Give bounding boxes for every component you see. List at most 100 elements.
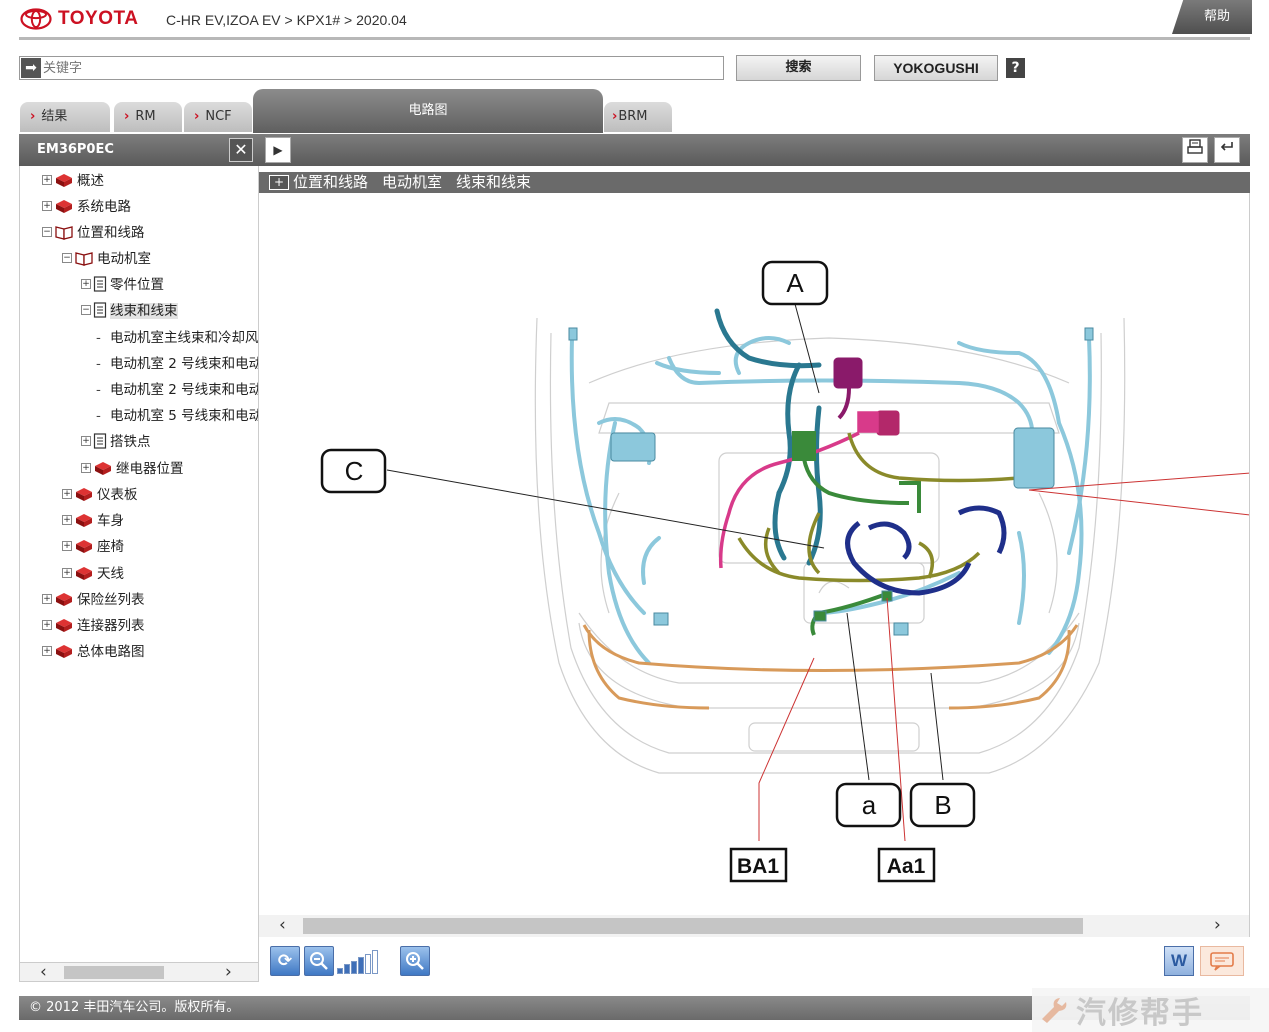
expand-icon[interactable]: + [81, 279, 91, 289]
callout-C[interactable]: C [320, 448, 387, 494]
scrollbar-thumb[interactable] [303, 918, 1083, 934]
logo-text: TOYOTA [58, 8, 139, 29]
tree-item[interactable]: + 概述 [42, 171, 104, 191]
word-export-icon[interactable]: W [1164, 946, 1194, 976]
expand-icon[interactable]: + [42, 620, 52, 630]
expand-icon[interactable]: + [62, 489, 72, 499]
book-open-icon [75, 252, 93, 266]
tab-label: RM [135, 109, 156, 124]
tree-item[interactable]: + 座椅 [62, 537, 124, 557]
tree-item-label: 电动机室 [97, 251, 151, 267]
scroll-right-icon[interactable]: › [1214, 915, 1221, 935]
tree-item-label: 系统电路 [77, 199, 131, 215]
search-input[interactable] [41, 58, 711, 78]
tree-item[interactable]: + 系统电路 [42, 197, 131, 217]
zoom-level-bar[interactable] [344, 964, 350, 974]
refresh-icon[interactable]: ⟳ [270, 946, 300, 976]
tree-item-label: 电动机室 5 号线束和电动 [110, 408, 259, 424]
zoom-level-bar[interactable] [337, 968, 343, 974]
tree-item[interactable]: - 电动机室 2 号线束和电动 [96, 354, 258, 374]
help-button[interactable]: 帮助 [1172, 0, 1252, 34]
tab-ncf[interactable]: › NCF [184, 102, 252, 132]
chevron-right-icon: › [124, 109, 130, 124]
print-icon[interactable] [1182, 137, 1208, 163]
callout-a[interactable]: a [835, 782, 902, 828]
expand-icon[interactable]: + [62, 515, 72, 525]
book-closed-icon [56, 200, 72, 213]
close-icon[interactable]: ✕ [229, 138, 253, 162]
title-segment: 电动机室 [382, 173, 443, 191]
comment-icon[interactable] [1200, 946, 1244, 976]
expand-icon[interactable]: + [42, 175, 52, 185]
tree-item[interactable]: - 电动机室主线束和冷却风 [96, 328, 258, 348]
zoom-in-icon[interactable] [400, 946, 430, 976]
tree-item[interactable]: + 仪表板 [62, 485, 138, 505]
scroll-right-icon[interactable]: › [225, 962, 232, 982]
zoom-toolbar: ⟳ W [259, 940, 1250, 982]
tab-brm[interactable]: ›BRM [604, 102, 672, 132]
yokogushi-button[interactable]: YOKOGUSHI [874, 55, 998, 81]
book-closed-icon [56, 645, 72, 658]
vehicle-outline [534, 317, 1126, 774]
tree-item[interactable]: + 继电器位置 [81, 459, 184, 479]
help-question-icon[interactable]: ? [1006, 58, 1025, 78]
zoom-level-bar[interactable] [365, 953, 371, 974]
tree-item[interactable]: + 车身 [62, 511, 124, 531]
tree-item-label: 保险丝列表 [77, 592, 145, 608]
expand-icon[interactable]: + [42, 646, 52, 656]
tree-item[interactable]: - 电动机室 2 号线束和电动 [96, 380, 258, 400]
expand-icon[interactable]: + [42, 201, 52, 211]
collapse-icon[interactable]: − [81, 305, 91, 315]
diagram-horizontal-scrollbar[interactable]: ‹ › [259, 915, 1250, 937]
expand-icon[interactable]: + [42, 594, 52, 604]
tree-item-label: 继电器位置 [116, 461, 184, 477]
expand-icon[interactable]: + [81, 436, 91, 446]
left-horizontal-scrollbar[interactable]: ‹ › [19, 962, 259, 982]
zoom-level-bar[interactable] [372, 950, 378, 974]
tree-item-label: 连接器列表 [77, 618, 145, 634]
tree-leaf-dash: - [96, 356, 101, 372]
expand-icon[interactable]: + [269, 175, 289, 190]
navigation-tree: + 概述 + 系统电路 − 位置和线路 − 电动机室 + 零件位置 − 线束和线束 - 电动机室主线束和冷… [19, 166, 259, 962]
collapse-icon[interactable]: − [62, 253, 72, 263]
watermark: 汽修帮手 [1032, 988, 1269, 1032]
book-open-icon [55, 226, 73, 240]
zoom-out-icon[interactable] [304, 946, 334, 976]
tree-item[interactable]: − 电动机室 [62, 249, 151, 269]
tree-item[interactable]: − 线束和线束 [81, 301, 178, 321]
header: TOYOTA C-HR EV,IZOA EV > KPX1# > 2020.04… [0, 0, 1269, 40]
tree-item[interactable]: + 搭铁点 [81, 432, 151, 452]
wiring-diagram-viewport[interactable]: A C a B BA1 Aa1 [259, 193, 1250, 915]
scroll-left-icon[interactable]: ‹ [40, 962, 47, 982]
zoom-level-indicator[interactable] [337, 950, 378, 974]
tree-item[interactable]: − 位置和线路 [42, 223, 145, 243]
search-button[interactable]: 搜索 [736, 55, 861, 81]
callout-B[interactable]: B [909, 782, 976, 828]
tree-item[interactable]: + 总体电路图 [42, 642, 145, 662]
tab-rm[interactable]: › RM [114, 102, 182, 132]
callout-label: A [786, 268, 804, 298]
scrollbar-thumb[interactable] [64, 966, 164, 979]
tab-wiring-diagram[interactable]: 电路图 [253, 89, 603, 133]
zoom-level-bar[interactable] [358, 957, 364, 974]
connector-label-ba1[interactable]: BA1 [729, 847, 788, 883]
tree-item-label: 线束和线束 [110, 303, 178, 319]
chevron-right-icon: › [194, 109, 200, 124]
tree-leaf-dash: - [96, 382, 101, 398]
tree-item[interactable]: + 天线 [62, 564, 124, 584]
tree-item[interactable]: - 电动机室 5 号线束和电动 [96, 406, 259, 426]
return-icon[interactable] [1214, 137, 1240, 163]
expand-icon[interactable]: + [62, 541, 72, 551]
zoom-level-bar[interactable] [351, 960, 357, 974]
tab-results[interactable]: › 结果 [20, 102, 110, 132]
connector-label-aa1[interactable]: Aa1 [877, 847, 936, 883]
expand-icon[interactable]: + [62, 568, 72, 578]
expand-icon[interactable]: + [81, 463, 91, 473]
tree-item[interactable]: + 零件位置 [81, 275, 164, 295]
scroll-left-icon[interactable]: ‹ [279, 915, 286, 935]
callout-A[interactable]: A [761, 260, 829, 306]
collapse-icon[interactable]: − [42, 227, 52, 237]
tree-item[interactable]: + 连接器列表 [42, 616, 145, 636]
tree-item[interactable]: + 保险丝列表 [42, 590, 145, 610]
play-icon[interactable]: ▶ [265, 137, 291, 163]
